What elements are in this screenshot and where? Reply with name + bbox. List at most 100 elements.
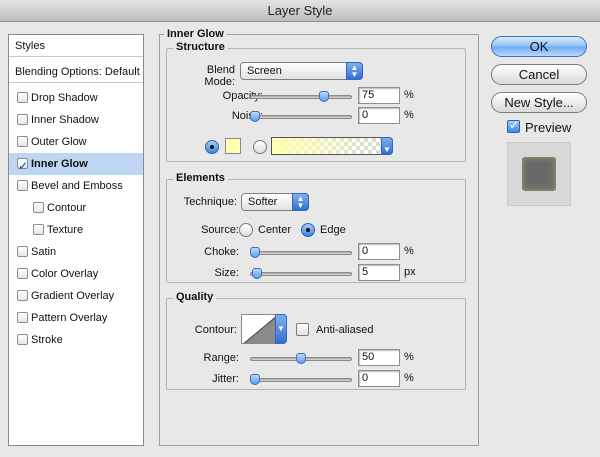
style-checkbox[interactable] xyxy=(17,92,28,103)
opacity-input[interactable]: 75 xyxy=(358,87,400,104)
jitter-label: Jitter: xyxy=(212,373,239,385)
gradient-dropdown[interactable]: ▼ xyxy=(381,137,393,155)
style-checkbox[interactable] xyxy=(17,334,28,345)
anti-aliased-checkbox[interactable] xyxy=(296,323,309,336)
style-item-texture[interactable]: Texture xyxy=(9,219,143,241)
opacity-unit: % xyxy=(404,89,414,101)
style-checkbox[interactable] xyxy=(17,180,28,191)
style-item-drop-shadow[interactable]: Drop Shadow xyxy=(9,87,143,109)
chevron-down-icon: ▼ xyxy=(381,137,393,155)
window-title: Layer Style xyxy=(0,0,600,22)
structure-legend: Structure xyxy=(173,41,228,53)
quality-legend: Quality xyxy=(173,291,217,303)
preview-label[interactable]: Preview xyxy=(525,120,571,135)
style-item-contour[interactable]: Contour xyxy=(9,197,143,219)
technique-select[interactable]: Softer ▲ ▼ xyxy=(241,193,309,211)
contour-label: Contour: xyxy=(194,324,237,336)
glow-color-swatch[interactable] xyxy=(225,138,241,154)
choke-slider-thumb[interactable] xyxy=(250,247,260,258)
elements-group: Elements Technique: Softer ▲ ▼ Source: Ce… xyxy=(166,172,466,283)
preview-thumbnail xyxy=(507,142,571,206)
gradient-picker[interactable] xyxy=(271,137,383,155)
style-item-gradient-overlay[interactable]: Gradient Overlay xyxy=(9,285,143,307)
size-slider[interactable] xyxy=(250,272,352,276)
opacity-slider[interactable] xyxy=(250,95,352,99)
source-center-radio[interactable] xyxy=(239,223,253,237)
inner-glow-panel: Inner Glow Structure Blend Mode: Screen … xyxy=(159,28,479,446)
noise-unit: % xyxy=(404,109,414,121)
blend-mode-label: Blend Mode: xyxy=(204,64,235,88)
style-item-stroke[interactable]: Stroke xyxy=(9,329,143,351)
size-unit: px xyxy=(404,266,416,278)
new-style-button[interactable]: New Style... xyxy=(491,92,587,113)
style-item-color-overlay[interactable]: Color Overlay xyxy=(9,263,143,285)
cancel-button[interactable]: Cancel xyxy=(491,64,587,85)
style-checkbox[interactable] xyxy=(17,268,28,279)
chevron-updown-icon: ▲ ▼ xyxy=(292,193,309,211)
range-slider-thumb[interactable] xyxy=(296,353,306,364)
structure-group: Structure Blend Mode: Screen ▲ ▼ Opacity:… xyxy=(166,41,466,162)
source-center-label[interactable]: Center xyxy=(258,224,291,236)
panel-title: Inner Glow xyxy=(164,28,227,40)
style-checkbox[interactable] xyxy=(33,224,44,235)
style-checkbox[interactable] xyxy=(33,202,44,213)
choke-label: Choke: xyxy=(204,246,239,258)
size-input[interactable]: 5 xyxy=(358,264,400,281)
preview-checkbox[interactable]: ✓ xyxy=(507,118,520,133)
noise-slider[interactable] xyxy=(250,115,352,119)
choke-unit: % xyxy=(404,245,414,257)
contour-preview[interactable] xyxy=(241,314,277,344)
style-checkbox[interactable] xyxy=(17,114,28,125)
styles-header[interactable]: Styles xyxy=(9,35,143,57)
range-label: Range: xyxy=(203,352,239,364)
solid-color-radio[interactable] xyxy=(205,140,219,154)
style-checkbox[interactable] xyxy=(17,155,28,177)
style-item-label: Texture xyxy=(47,224,84,236)
chevron-down-icon: ▼ xyxy=(275,314,287,344)
style-item-bevel-and-emboss[interactable]: Bevel and Emboss xyxy=(9,175,143,197)
style-item-inner-glow[interactable]: Inner Glow xyxy=(9,153,143,177)
quality-group: Quality Contour: ▼ Anti-aliased Range: 5… xyxy=(166,291,466,390)
style-item-label: Inner Shadow xyxy=(31,114,99,126)
noise-slider-thumb[interactable] xyxy=(250,111,260,122)
style-checkbox[interactable] xyxy=(17,246,28,257)
contour-curve-icon xyxy=(243,316,276,343)
style-item-pattern-overlay[interactable]: Pattern Overlay xyxy=(9,307,143,329)
style-item-label: Color Overlay xyxy=(31,268,99,280)
choke-input[interactable]: 0 xyxy=(358,243,400,260)
style-item-label: Outer Glow xyxy=(31,136,87,148)
chevron-updown-icon: ▲ ▼ xyxy=(346,62,363,80)
blending-options-item[interactable]: Blending Options: Default xyxy=(9,61,143,83)
style-checkbox[interactable] xyxy=(17,312,28,323)
elements-legend: Elements xyxy=(173,172,228,184)
choke-slider[interactable] xyxy=(250,251,352,255)
style-item-satin[interactable]: Satin xyxy=(9,241,143,263)
technique-label: Technique: xyxy=(183,196,237,208)
gradient-radio[interactable] xyxy=(253,140,267,154)
noise-input[interactable]: 0 xyxy=(358,107,400,124)
anti-aliased-label[interactable]: Anti-aliased xyxy=(316,324,373,336)
style-checkbox[interactable] xyxy=(17,290,28,301)
source-edge-label[interactable]: Edge xyxy=(320,224,346,236)
contour-dropdown[interactable]: ▼ xyxy=(275,314,287,344)
style-item-label: Inner Glow xyxy=(31,158,88,170)
jitter-input[interactable]: 0 xyxy=(358,370,400,387)
style-item-label: Bevel and Emboss xyxy=(31,180,123,192)
style-checkbox[interactable] xyxy=(17,136,28,147)
range-unit: % xyxy=(404,351,414,363)
jitter-unit: % xyxy=(404,372,414,384)
style-item-label: Stroke xyxy=(31,334,63,346)
size-label: Size: xyxy=(214,267,239,279)
preview-swatch xyxy=(522,157,556,191)
jitter-slider[interactable] xyxy=(250,378,352,382)
range-input[interactable]: 50 xyxy=(358,349,400,366)
jitter-slider-thumb[interactable] xyxy=(250,374,260,385)
source-edge-radio[interactable] xyxy=(301,223,315,237)
style-item-outer-glow[interactable]: Outer Glow xyxy=(9,131,143,153)
opacity-slider-thumb[interactable] xyxy=(319,91,329,102)
style-item-inner-shadow[interactable]: Inner Shadow xyxy=(9,109,143,131)
size-slider-thumb[interactable] xyxy=(251,268,262,279)
blend-mode-select[interactable]: Screen ▲ ▼ xyxy=(240,62,363,80)
ok-button[interactable]: OK xyxy=(491,36,587,57)
style-item-label: Contour xyxy=(47,202,87,214)
